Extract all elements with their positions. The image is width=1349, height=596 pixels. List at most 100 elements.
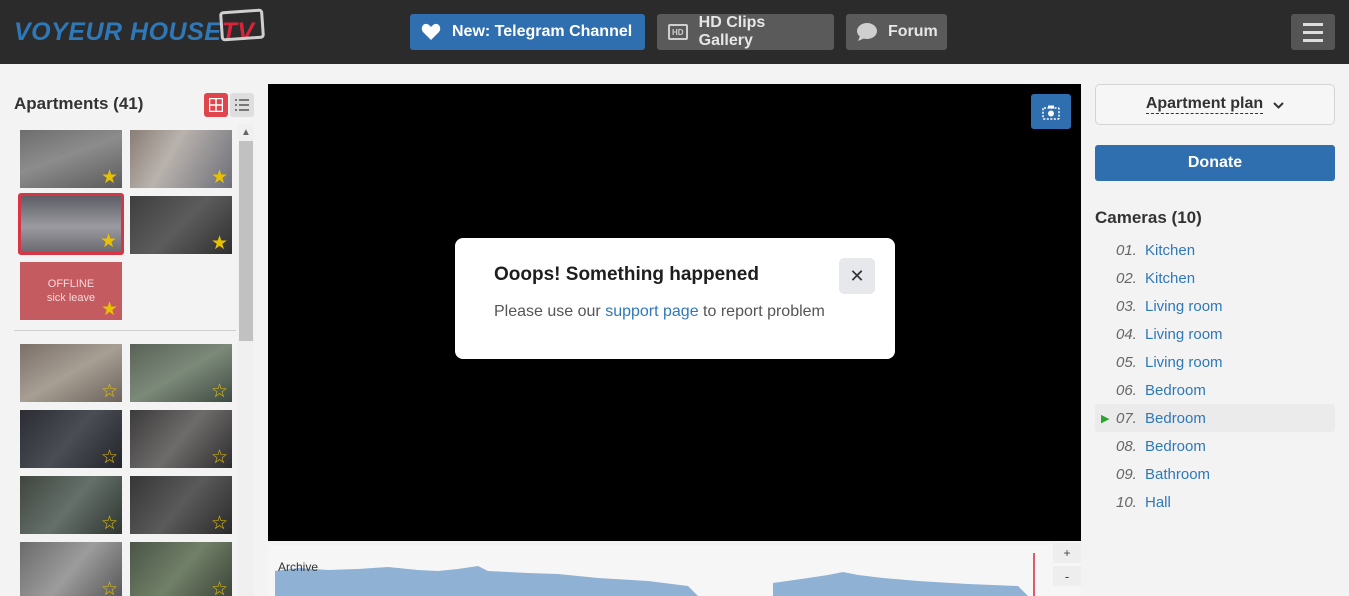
cameras-title: Cameras (10) (1095, 208, 1202, 227)
camera-name-link[interactable]: Living room (1145, 354, 1223, 371)
star-outline-icon[interactable]: ☆ (101, 580, 118, 596)
star-outline-icon[interactable]: ☆ (101, 382, 118, 401)
star-icon[interactable]: ★ (101, 168, 118, 187)
logo-brand: VOYEUR HOUSE (14, 18, 222, 46)
top-header: VOYEUR HOUSETV New: Telegram Channel HD … (0, 0, 1349, 64)
clips-button-label: HD Clips Gallery (698, 14, 766, 49)
star-outline-icon[interactable]: ☆ (211, 580, 228, 596)
hd-clips-gallery-button[interactable]: HD HD Clips Gallery (657, 14, 834, 50)
archive-timeline[interactable]: Archive (268, 545, 1081, 596)
camera-item[interactable]: 09. Bathroom (1095, 460, 1335, 488)
offline-reason: sick leave (46, 292, 96, 304)
star-outline-icon[interactable]: ☆ (211, 448, 228, 467)
timeline-zoom-in-button[interactable]: + (1053, 543, 1081, 563)
camera-number: 05. (1116, 353, 1137, 371)
star-outline-icon[interactable]: ☆ (211, 514, 228, 533)
star-icon[interactable]: ★ (101, 300, 118, 319)
camera-name-link[interactable]: Living room (1145, 326, 1223, 343)
error-modal: Ooops! Something happened Please use our… (455, 238, 895, 359)
apartment-thumbnail[interactable]: ☆ (130, 476, 232, 534)
chevron-down-icon (1273, 98, 1284, 112)
camera-number: 03. (1116, 297, 1137, 315)
tv-logo-icon (219, 8, 265, 42)
camera-list: 01. Kitchen 02. Kitchen 03. Living room 04. Liv… (1095, 236, 1335, 516)
camera-name-link[interactable]: Bedroom (1145, 382, 1206, 399)
hamburger-icon (1303, 22, 1323, 26)
apartment-thumbnail[interactable]: ★ (130, 196, 232, 254)
archive-label: Archive (278, 560, 319, 574)
modal-message: Please use our support page to report pr… (494, 303, 825, 320)
list-view-button[interactable] (230, 93, 254, 117)
star-icon[interactable]: ★ (211, 234, 228, 253)
camera-number: 07. (1116, 409, 1137, 427)
camera-item[interactable]: 05. Living room (1095, 348, 1335, 376)
camera-name-link[interactable]: Living room (1145, 298, 1223, 315)
camera-item[interactable]: 06. Bedroom (1095, 376, 1335, 404)
modal-title: Ooops! Something happened (494, 264, 759, 285)
apartment-thumbnail[interactable]: ☆ (20, 476, 122, 534)
apartment-thumbnail[interactable]: ☆ (20, 344, 122, 402)
telegram-button-label: New: Telegram Channel (452, 23, 633, 40)
list-view-icon (235, 99, 249, 111)
grid-view-button[interactable] (204, 93, 228, 117)
camera-number: 09. (1116, 465, 1137, 483)
camera-number: 06. (1116, 381, 1137, 399)
camera-name-link[interactable]: Bedroom (1145, 438, 1206, 455)
camera-number: 02. (1116, 269, 1137, 287)
scrollbar-thumb[interactable] (239, 141, 253, 341)
play-icon: ▶ (1101, 412, 1110, 425)
camera-item[interactable]: 03. Living room (1095, 292, 1335, 320)
donate-button[interactable]: Donate (1095, 145, 1335, 181)
apartment-thumbnail[interactable]: ☆ (20, 410, 122, 468)
camera-name-link[interactable]: Bedroom (1145, 410, 1206, 427)
offline-label: OFFLINE (47, 278, 95, 290)
star-icon[interactable]: ★ (100, 232, 117, 251)
apartment-thumbnail-selected[interactable]: ★ (18, 193, 124, 255)
star-outline-icon[interactable]: ☆ (211, 382, 228, 401)
grid-view-icon (209, 98, 223, 112)
apartment-thumbnail[interactable]: ☆ (20, 542, 122, 596)
forum-button[interactable]: Forum (846, 14, 947, 50)
camera-number: 08. (1116, 437, 1137, 455)
camera-item[interactable]: ▶ 07. Bedroom (1095, 404, 1335, 432)
apartment-plan-dropdown[interactable]: Apartment plan (1095, 84, 1335, 125)
camera-item[interactable]: 01. Kitchen (1095, 236, 1335, 264)
snapshot-button[interactable] (1031, 94, 1071, 129)
site-logo[interactable]: VOYEUR HOUSETV (14, 8, 274, 52)
apartment-thumbnail[interactable]: ★ (130, 130, 232, 188)
camera-name-link[interactable]: Bathroom (1145, 466, 1210, 483)
camera-item[interactable]: 10. Hall (1095, 488, 1335, 516)
camera-name-link[interactable]: Kitchen (1145, 270, 1195, 287)
thumbnail-scrollbar[interactable]: ▲ (238, 124, 254, 596)
camera-item[interactable]: 02. Kitchen (1095, 264, 1335, 292)
scroll-up-arrow-icon[interactable]: ▲ (238, 124, 254, 140)
apartment-thumbnail-offline[interactable]: OFFLINE sick leave ★ (20, 262, 122, 320)
close-icon[interactable]: ✕ (839, 258, 875, 294)
camera-number: 10. (1116, 493, 1137, 511)
apartment-thumbnail[interactable]: ☆ (130, 542, 232, 596)
camera-number: 04. (1116, 325, 1137, 343)
camera-name-link[interactable]: Kitchen (1145, 242, 1195, 259)
speech-bubble-icon (856, 22, 878, 42)
hd-icon: HD (667, 22, 689, 42)
apartment-thumbnail-list: ★ ★ ★ ★ OFFLINE sick leave ★ ☆ ☆ ☆ ☆ ☆ ☆… (14, 124, 236, 596)
forum-button-label: Forum (888, 23, 938, 40)
camera-number: 01. (1116, 241, 1137, 259)
star-icon[interactable]: ★ (211, 168, 228, 187)
hamburger-menu-button[interactable] (1291, 14, 1335, 50)
star-outline-icon[interactable]: ☆ (101, 448, 118, 467)
camera-item[interactable]: 04. Living room (1095, 320, 1335, 348)
apartment-plan-label: Apartment plan (1145, 95, 1264, 114)
timeline-zoom-out-button[interactable]: - (1053, 566, 1081, 586)
apartment-thumbnail[interactable]: ☆ (130, 410, 232, 468)
divider (14, 330, 236, 331)
telegram-channel-button[interactable]: New: Telegram Channel (410, 14, 645, 50)
star-outline-icon[interactable]: ☆ (101, 514, 118, 533)
camera-item[interactable]: 08. Bedroom (1095, 432, 1335, 460)
camera-snapshot-icon (1042, 105, 1060, 120)
support-page-link[interactable]: support page (605, 303, 698, 320)
apartment-thumbnail[interactable]: ★ (20, 130, 122, 188)
heart-icon (420, 22, 442, 42)
apartment-thumbnail[interactable]: ☆ (130, 344, 232, 402)
camera-name-link[interactable]: Hall (1145, 494, 1171, 511)
